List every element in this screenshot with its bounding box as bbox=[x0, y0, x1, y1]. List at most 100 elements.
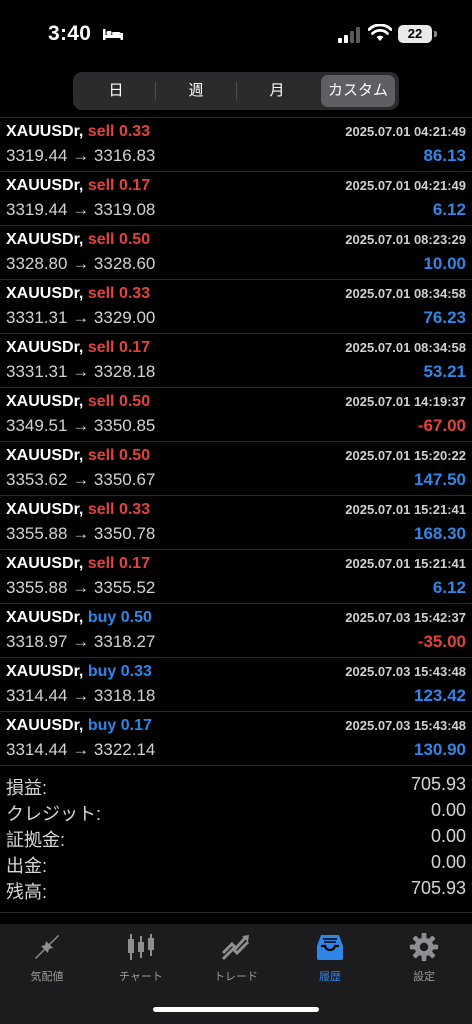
wifi-icon bbox=[368, 24, 392, 41]
deal-volume: 0.50 bbox=[118, 447, 151, 464]
tabbar-settings[interactable]: 設定 bbox=[377, 930, 471, 986]
history-icon bbox=[317, 935, 343, 960]
deal-header: XAUUSDr, buy 0.33 bbox=[6, 663, 152, 681]
deal-side: buy bbox=[87, 717, 117, 734]
status-time: 3:40 bbox=[48, 22, 92, 45]
summary-value: 0.00 bbox=[430, 800, 466, 820]
deal-datetime: 2025.07.01 08:23:29 bbox=[345, 232, 466, 247]
deal-open-price: 3349.51 bbox=[6, 416, 68, 435]
summary-balance: 残高: 705.93 bbox=[0, 876, 472, 902]
deal-datetime: 2025.07.01 04:21:49 bbox=[345, 124, 466, 139]
deal-close-price: 3328.60 bbox=[93, 254, 156, 273]
summary-value: 705.93 bbox=[410, 878, 466, 898]
deal-open-price: 3355.88 bbox=[6, 524, 68, 543]
tabbar-quotes[interactable]: 気配値 bbox=[0, 930, 94, 986]
deal-profit: 86.13 bbox=[423, 146, 466, 165]
sleep-focus-icon bbox=[103, 29, 123, 40]
deal-open-price: 3318.97 bbox=[6, 632, 68, 651]
deal-row[interactable]: XAUUSDr, sell 0.17 2025.07.01 08:34:58 333… bbox=[0, 334, 472, 388]
tab-week[interactable]: 週 bbox=[156, 75, 236, 107]
deal-close-price: 3316.83 bbox=[93, 146, 156, 165]
deal-volume: 0.33 bbox=[118, 501, 151, 518]
deal-symbol: XAUUSDr, bbox=[6, 717, 84, 734]
deal-header: XAUUSDr, sell 0.50 bbox=[6, 393, 150, 411]
deal-row[interactable]: XAUUSDr, sell 0.33 2025.07.01 04:21:49 331… bbox=[0, 118, 472, 172]
deal-volume: 0.50 bbox=[118, 393, 151, 410]
deal-row[interactable]: XAUUSDr, sell 0.50 2025.07.01 08:23:29 332… bbox=[0, 226, 472, 280]
tabbar-chart[interactable]: チャート bbox=[94, 930, 188, 986]
deal-volume: 0.50 bbox=[120, 609, 152, 626]
deal-open-price: 3328.80 bbox=[6, 254, 68, 273]
arrow-icon: → bbox=[72, 740, 90, 759]
deal-close-price: 3350.67 bbox=[93, 470, 156, 489]
deal-datetime: 2025.07.01 15:21:41 bbox=[345, 556, 466, 571]
deal-symbol: XAUUSDr, bbox=[6, 447, 84, 464]
deal-profit: 168.30 bbox=[414, 524, 466, 543]
deal-side: sell bbox=[87, 555, 115, 572]
deal-prices: 3353.62 → 3350.67 bbox=[6, 470, 155, 490]
arrow-icon: → bbox=[72, 254, 90, 273]
deal-symbol: XAUUSDr, bbox=[6, 663, 84, 680]
deal-header: XAUUSDr, buy 0.50 bbox=[6, 609, 152, 627]
deal-prices: 3349.51 → 3350.85 bbox=[6, 416, 155, 436]
deal-row[interactable]: XAUUSDr, sell 0.33 2025.07.01 08:34:58 333… bbox=[0, 280, 472, 334]
deal-close-price: 3319.08 bbox=[93, 200, 156, 219]
deal-profit: 123.42 bbox=[414, 686, 466, 705]
deal-row[interactable]: XAUUSDr, sell 0.17 2025.07.01 04:21:49 331… bbox=[0, 172, 472, 226]
arrow-icon: → bbox=[72, 524, 90, 543]
tabbar-history[interactable]: 履歴 bbox=[283, 930, 377, 986]
deal-row[interactable]: XAUUSDr, buy 0.17 2025.07.03 15:43:48 3314… bbox=[0, 712, 472, 766]
deal-close-price: 3328.18 bbox=[93, 362, 156, 381]
deal-close-price: 3355.52 bbox=[93, 578, 156, 597]
arrow-icon: → bbox=[72, 470, 90, 489]
divider bbox=[0, 912, 472, 913]
tabbar-trade[interactable]: トレード bbox=[189, 930, 283, 986]
tabbar-label: 履歴 bbox=[319, 971, 341, 983]
summary-label: 残高: bbox=[6, 882, 48, 902]
summary-label: 損益: bbox=[6, 778, 48, 798]
chart-icon bbox=[128, 934, 154, 960]
deal-header: XAUUSDr, buy 0.17 bbox=[6, 717, 152, 735]
summary-value: 0.00 bbox=[430, 852, 466, 872]
deal-row[interactable]: XAUUSDr, buy 0.33 2025.07.03 15:43:48 3314… bbox=[0, 658, 472, 712]
deal-side: sell bbox=[87, 393, 115, 410]
deal-prices: 3319.44 → 3316.83 bbox=[6, 146, 155, 166]
battery-icon: 22 bbox=[398, 25, 432, 43]
cellular-signal-icon bbox=[338, 27, 360, 43]
home-indicator bbox=[153, 1007, 319, 1012]
summary-label: クレジット: bbox=[6, 804, 102, 824]
arrow-icon: → bbox=[72, 416, 90, 435]
trade-icon bbox=[221, 935, 250, 961]
deal-row[interactable]: XAUUSDr, sell 0.50 2025.07.01 14:19:37 334… bbox=[0, 388, 472, 442]
deal-row[interactable]: XAUUSDr, buy 0.50 2025.07.03 15:42:37 3318… bbox=[0, 604, 472, 658]
deal-side: sell bbox=[87, 285, 115, 302]
deal-open-price: 3331.31 bbox=[6, 362, 68, 381]
deal-volume: 0.17 bbox=[118, 555, 151, 572]
deal-row[interactable]: XAUUSDr, sell 0.50 2025.07.01 15:20:22 335… bbox=[0, 442, 472, 496]
deal-header: XAUUSDr, sell 0.17 bbox=[6, 177, 150, 195]
deal-side: sell bbox=[87, 123, 115, 140]
deal-symbol: XAUUSDr, bbox=[6, 285, 84, 302]
deal-close-price: 3329.00 bbox=[93, 308, 156, 327]
deal-datetime: 2025.07.03 15:43:48 bbox=[345, 664, 466, 679]
deal-volume: 0.33 bbox=[118, 123, 151, 140]
tab-month[interactable]: 月 bbox=[237, 75, 317, 107]
deal-close-price: 3318.18 bbox=[93, 686, 156, 705]
deal-datetime: 2025.07.03 15:43:48 bbox=[345, 718, 466, 733]
deal-header: XAUUSDr, sell 0.33 bbox=[6, 285, 150, 303]
summary-value: 0.00 bbox=[430, 826, 466, 846]
deal-profit: 53.21 bbox=[423, 362, 466, 381]
tab-day[interactable]: 日 bbox=[77, 75, 155, 107]
arrow-icon: → bbox=[72, 146, 90, 165]
arrow-icon: → bbox=[72, 308, 90, 327]
deal-volume: 0.33 bbox=[118, 285, 151, 302]
deal-profit: 6.12 bbox=[432, 200, 466, 219]
summary-profit: 損益: 705.93 bbox=[0, 772, 472, 798]
deal-profit: 147.50 bbox=[414, 470, 466, 489]
deal-profit: 6.12 bbox=[432, 578, 466, 597]
deal-prices: 3328.80 → 3328.60 bbox=[6, 254, 155, 274]
deal-row[interactable]: XAUUSDr, sell 0.33 2025.07.01 15:21:41 335… bbox=[0, 496, 472, 550]
deal-row[interactable]: XAUUSDr, sell 0.17 2025.07.01 15:21:41 335… bbox=[0, 550, 472, 604]
deal-prices: 3355.88 → 3350.78 bbox=[6, 524, 155, 544]
tab-custom[interactable]: カスタム bbox=[321, 75, 395, 107]
